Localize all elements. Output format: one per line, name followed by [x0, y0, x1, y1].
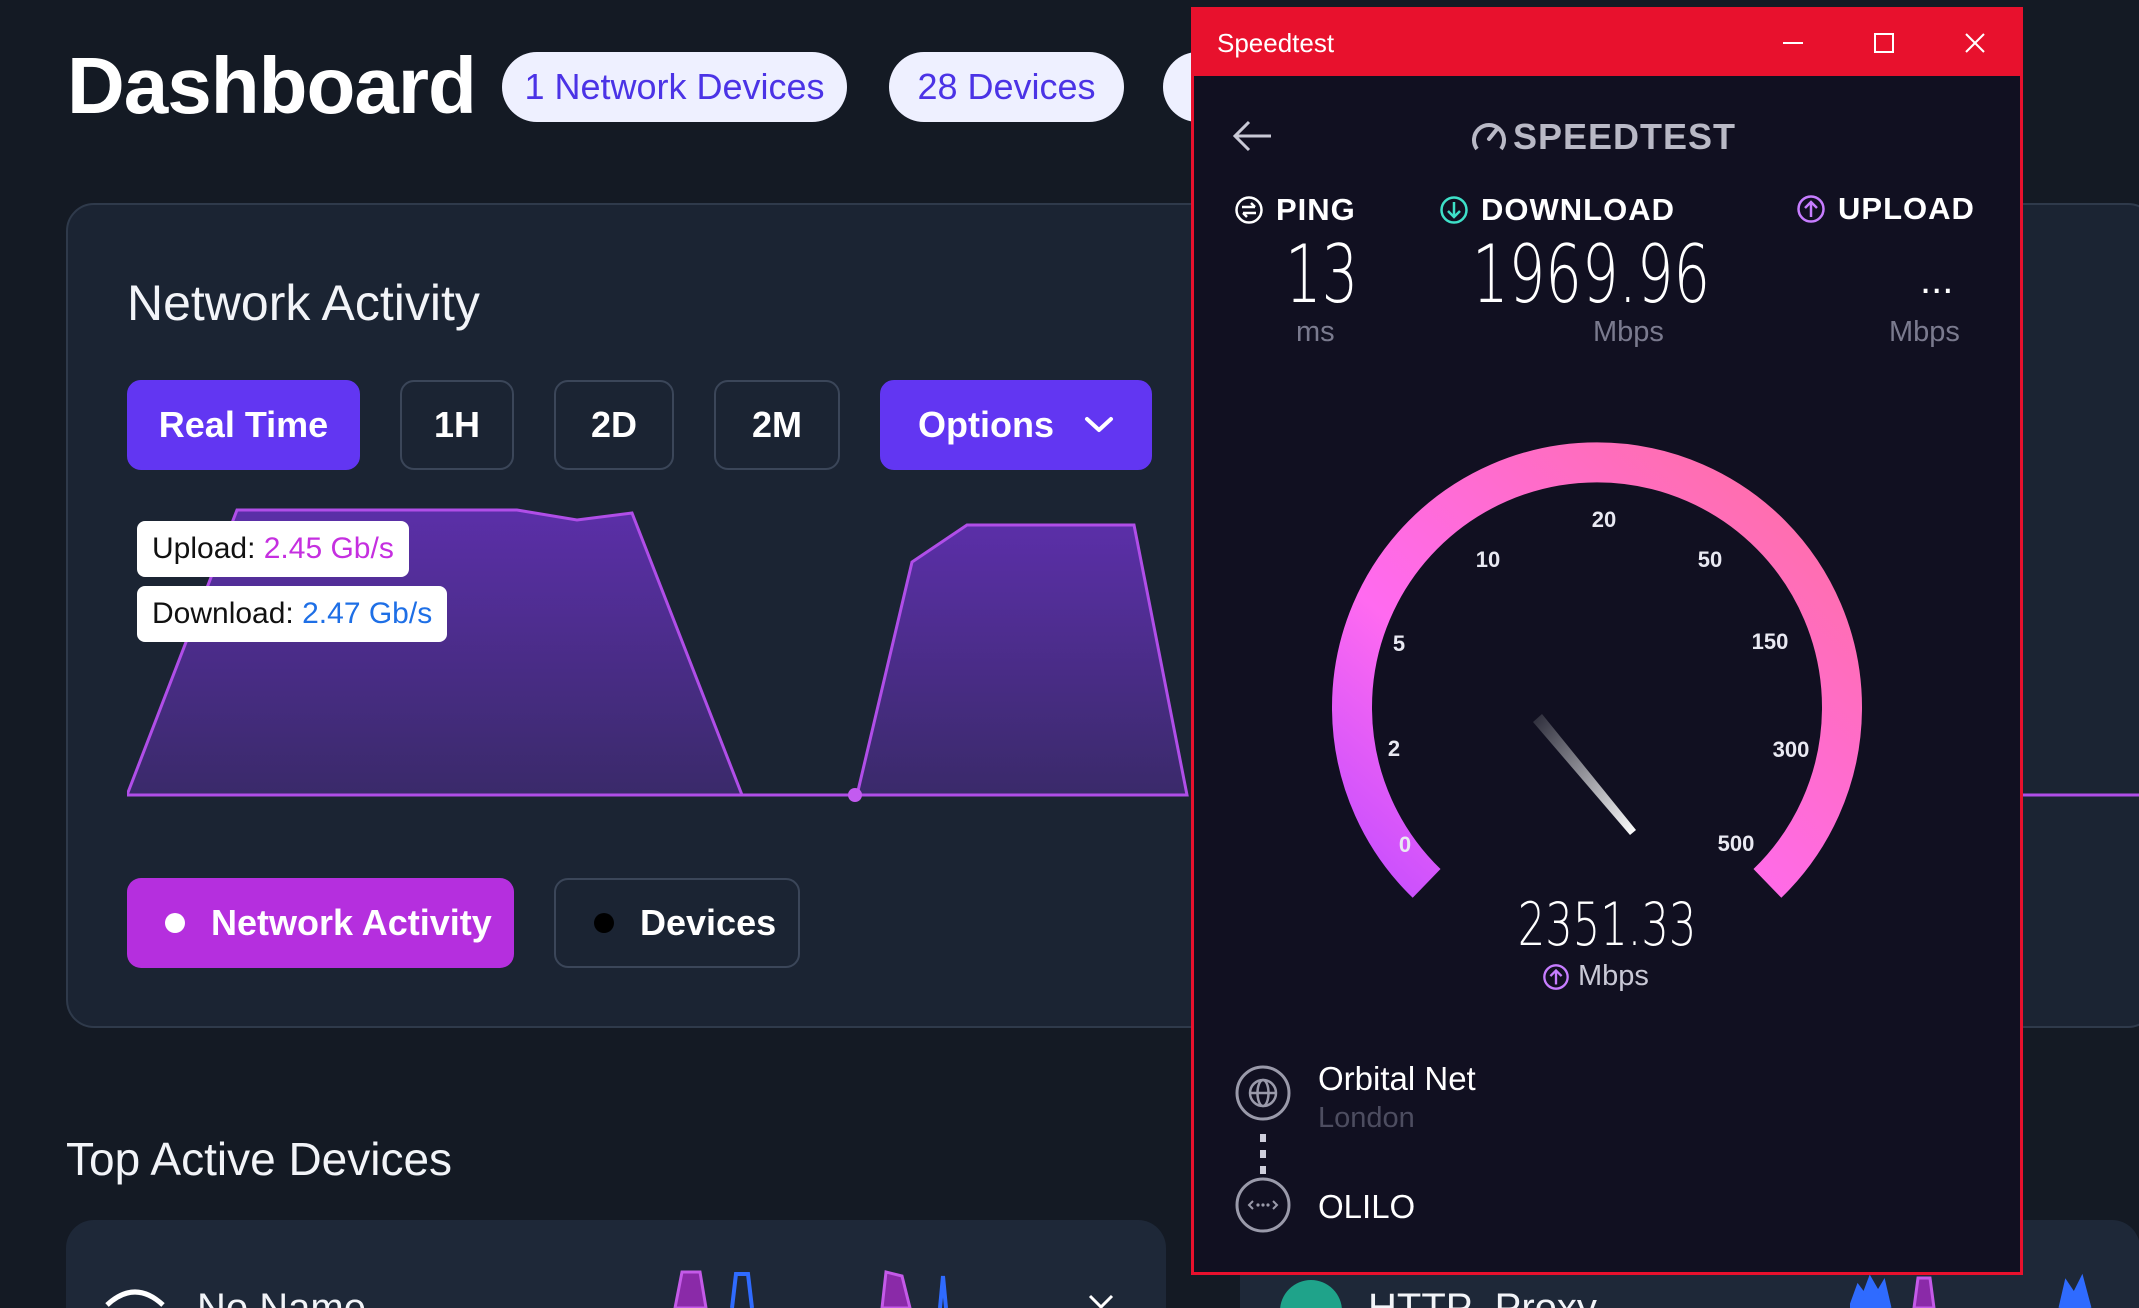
upload-tooltip-label: Upload:	[152, 532, 256, 565]
legend-dot-icon	[165, 913, 185, 933]
ping-label: PING	[1276, 192, 1356, 227]
upload-unit: Mbps	[1889, 316, 1960, 348]
provider-name: OLILO	[1318, 1188, 1416, 1225]
range-1h-button[interactable]: 1H	[400, 380, 514, 470]
ping-unit: ms	[1296, 316, 1335, 348]
activity-point-marker	[848, 788, 862, 802]
device-name: HTTP_Proxy	[1368, 1286, 1597, 1308]
device-sparkline	[1850, 1273, 2092, 1308]
legend-dot-icon	[594, 913, 614, 933]
speedometer-icon	[1472, 123, 1506, 151]
download-value: 1969.96	[1472, 228, 1711, 321]
close-icon[interactable]	[1086, 1294, 1116, 1308]
speedtest-window: Speedtest SPEEDTEST PING DOWNLOAD UPLOAD…	[1191, 7, 2023, 1275]
ping-icon	[1235, 196, 1263, 224]
range-2d-button[interactable]: 2D	[554, 380, 674, 470]
download-tooltip-label: Download:	[152, 597, 294, 630]
download-tooltip: Download: 2.47 Gb/s	[137, 586, 448, 642]
download-header: DOWNLOAD	[1439, 192, 1675, 228]
back-arrow-icon[interactable]	[1231, 118, 1275, 154]
network-devices-pill[interactable]: 1 Network Devices	[502, 52, 847, 122]
current-speed-wrap: 2351.33	[1194, 890, 2020, 960]
legend-network-activity-label: Network Activity	[211, 902, 492, 943]
ping-value: 13	[1285, 228, 1359, 321]
server-name[interactable]: Orbital Net	[1318, 1060, 1476, 1098]
network-activity-title: Network Activity	[127, 275, 480, 331]
speedtest-logo: SPEEDTEST	[1469, 116, 1736, 158]
legend-devices-label: Devices	[640, 902, 777, 943]
close-button[interactable]	[1930, 10, 2020, 76]
upload-tooltip: Upload: 2.45 Gb/s	[137, 521, 409, 577]
wifi-icon	[105, 1289, 165, 1307]
upload-value: ...	[1920, 258, 1954, 302]
speedtest-titlebar[interactable]: Speedtest	[1194, 10, 2020, 76]
connection-dots	[1260, 1134, 1266, 1174]
gauge-tick-label: 500	[1717, 831, 1755, 856]
upload-icon	[1797, 195, 1825, 223]
gauge-tick-label: 2	[1387, 736, 1401, 761]
server-location: London	[1318, 1102, 1415, 1134]
brand-label: SPEEDTEST	[1513, 116, 1737, 157]
gauge-tick-label: 150	[1751, 629, 1789, 654]
options-dropdown[interactable]: Options	[880, 380, 1152, 470]
maximize-icon	[1874, 33, 1894, 53]
gauge-tick-label: 5	[1392, 631, 1406, 656]
current-speed-unit-row: Mbps	[1542, 960, 1649, 993]
minimize-icon	[1783, 42, 1803, 44]
download-unit: Mbps	[1593, 316, 1664, 348]
provider-icon	[1235, 1177, 1291, 1233]
options-label: Options	[918, 404, 1054, 445]
ping-header: PING	[1234, 192, 1356, 228]
gauge-tick-label: 20	[1591, 507, 1617, 532]
window-title: Speedtest	[1217, 27, 1335, 58]
legend-network-activity-button[interactable]: Network Activity	[127, 878, 514, 968]
gauge-tick-label: 0	[1398, 832, 1412, 857]
download-icon	[1440, 196, 1468, 224]
minimize-button[interactable]	[1748, 10, 1838, 76]
upload-icon	[1543, 963, 1569, 990]
current-speed-unit: Mbps	[1578, 960, 1649, 992]
chevron-down-icon	[1084, 417, 1113, 432]
upload-tooltip-value: 2.45 Gb/s	[263, 532, 394, 565]
current-speed-value: 2351.33	[1517, 890, 1697, 960]
gauge-tick-label: 50	[1697, 547, 1723, 572]
gauge-tick-label: 10	[1475, 547, 1501, 572]
globe-icon[interactable]	[1234, 1064, 1292, 1122]
device-sparkline	[673, 1270, 948, 1308]
range-realtime-button[interactable]: Real Time	[127, 380, 360, 470]
close-icon	[1965, 33, 1985, 53]
devices-pill[interactable]: 28 Devices	[889, 52, 1124, 122]
download-label: DOWNLOAD	[1481, 192, 1675, 227]
device-name: No Name	[197, 1286, 366, 1308]
gauge-tick-label: 300	[1772, 737, 1810, 762]
activity-area-2	[855, 523, 1189, 797]
range-2m-button[interactable]: 2M	[714, 380, 840, 470]
top-active-devices-title: Top Active Devices	[66, 1133, 453, 1185]
page-title: Dashboard	[67, 41, 477, 130]
maximize-button[interactable]	[1839, 10, 1929, 76]
speed-gauge	[1332, 442, 1862, 898]
upload-label: UPLOAD	[1838, 191, 1975, 226]
gauge-needle	[1533, 714, 1636, 835]
legend-devices-button[interactable]: Devices	[554, 878, 800, 968]
download-tooltip-value: 2.47 Gb/s	[302, 597, 433, 630]
upload-header: UPLOAD	[1796, 191, 1975, 227]
